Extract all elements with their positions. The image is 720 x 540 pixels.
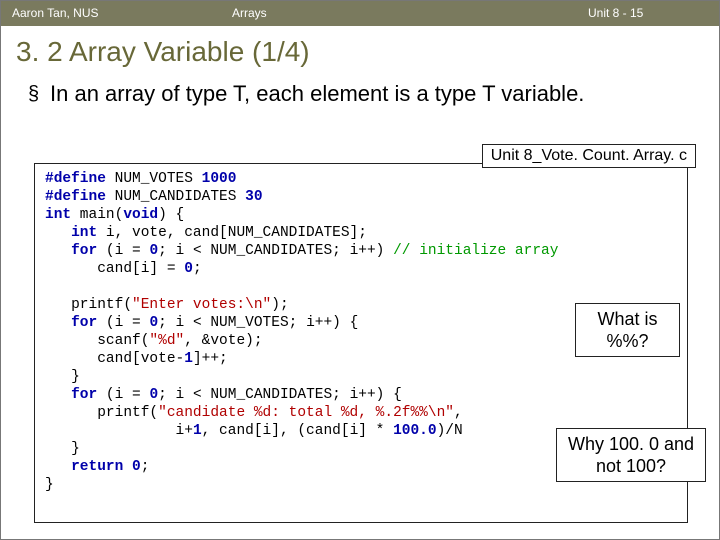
bullet-marker: § — [28, 80, 50, 108]
callout-percent: What is%%? — [575, 303, 680, 357]
filename-label: Unit 8_Vote. Count. Array. c — [482, 144, 696, 168]
slide-title: 3. 2 Array Variable (1/4) — [0, 26, 720, 74]
callout-hundred: Why 100. 0 andnot 100? — [556, 428, 706, 482]
header-bar: Aaron Tan, NUS Arrays Unit 8 - 15 — [0, 0, 720, 26]
header-author: Aaron Tan, NUS — [12, 6, 232, 20]
bullet-row: § In an array of type T, each element is… — [0, 74, 720, 112]
header-page: Unit 8 - 15 — [588, 6, 708, 20]
bullet-text: In an array of type T, each element is a… — [50, 80, 700, 108]
header-title: Arrays — [232, 6, 588, 20]
